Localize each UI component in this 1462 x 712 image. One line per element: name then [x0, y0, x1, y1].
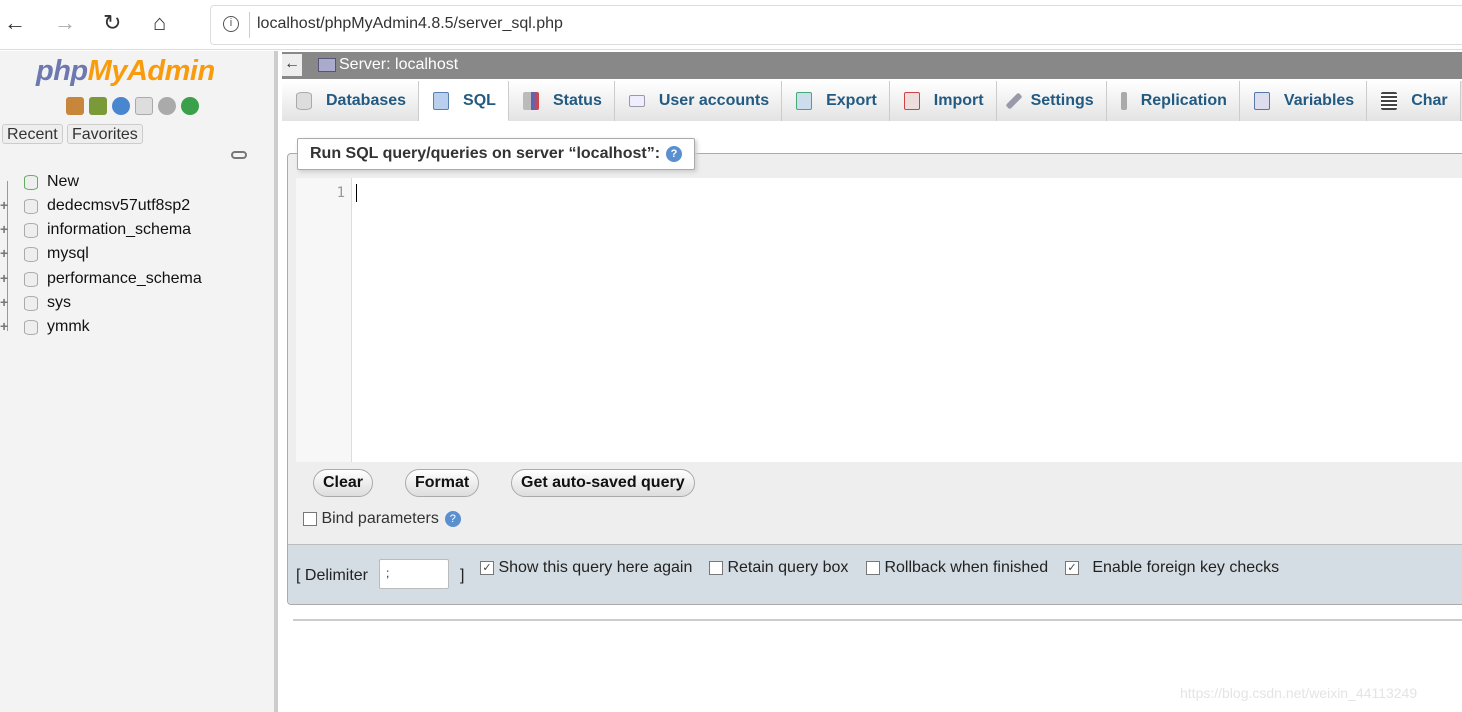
- tab-sql[interactable]: SQL: [419, 81, 509, 121]
- tab-bar: Databases SQL Status User accounts Expor…: [282, 81, 1462, 121]
- expand-icon[interactable]: +: [0, 246, 13, 260]
- forward-icon[interactable]: →: [54, 10, 76, 36]
- database-icon: [24, 272, 38, 287]
- tab-replication[interactable]: Replication: [1106, 81, 1240, 121]
- expand-icon[interactable]: +: [0, 198, 13, 212]
- home-icon[interactable]: ⌂: [153, 10, 166, 36]
- tab-export[interactable]: Export: [782, 81, 890, 121]
- back-icon[interactable]: ←: [4, 10, 26, 36]
- tab-status[interactable]: Status: [508, 81, 615, 121]
- browser-toolbar: ← → ↻ ⌂ i localhost/phpMyAdmin4.8.5/serv…: [0, 0, 1462, 50]
- charset-icon: [1381, 92, 1398, 110]
- database-icon: [24, 296, 38, 311]
- tab-user-accounts[interactable]: User accounts: [614, 81, 783, 121]
- expand-icon[interactable]: +: [0, 222, 13, 236]
- docs-icon[interactable]: [135, 97, 153, 115]
- query-options-footer: [ Delimiter ; ] ✓ Show this query here a…: [288, 544, 1462, 604]
- get-auto-saved-query-button[interactable]: Get auto-saved query: [511, 469, 695, 497]
- reload-icon[interactable]: ↻: [103, 10, 121, 36]
- help-icon[interactable]: ?: [444, 510, 461, 527]
- format-button[interactable]: Format: [405, 469, 480, 497]
- export-icon: [796, 92, 813, 110]
- variables-icon: [1253, 92, 1270, 110]
- server-breadcrumb: ← Server: localhost: [282, 52, 1462, 79]
- bind-parameters-option[interactable]: Bind parameters?: [303, 510, 461, 528]
- settings-icon[interactable]: [158, 97, 176, 115]
- show-query-again-option[interactable]: ✓ Show this query here again: [480, 559, 692, 577]
- delimiter-close: ]: [460, 567, 465, 584]
- query-legend: Run SQL query/queries on server “localho…: [297, 138, 695, 170]
- retain-query-box-option[interactable]: Retain query box: [709, 559, 848, 577]
- replication-icon: [1120, 92, 1127, 110]
- clear-button[interactable]: Clear: [313, 469, 374, 497]
- tab-variables[interactable]: Variables: [1239, 81, 1368, 121]
- main-panel: ← Server: localhost Databases SQL Status…: [282, 51, 1462, 712]
- url-text[interactable]: localhost/phpMyAdmin4.8.5/server_sql.php: [257, 15, 563, 33]
- tab-import[interactable]: Import: [889, 81, 997, 121]
- bind-parameters-checkbox[interactable]: [303, 511, 317, 526]
- info-icon[interactable]: i: [223, 16, 239, 32]
- database-icon: [296, 92, 312, 110]
- status-icon: [522, 92, 539, 110]
- help-icon[interactable]: [112, 97, 130, 115]
- rollback-option[interactable]: Rollback when finished: [866, 559, 1048, 577]
- show-query-again-checkbox[interactable]: ✓: [480, 560, 494, 575]
- tab-settings[interactable]: Settings: [996, 81, 1107, 121]
- favorites-button[interactable]: Favorites: [67, 124, 143, 144]
- logout-icon[interactable]: [89, 97, 107, 115]
- database-icon: [24, 247, 38, 262]
- database-icon: [24, 199, 38, 214]
- address-bar[interactable]: i localhost/phpMyAdmin4.8.5/server_sql.p…: [210, 5, 1462, 45]
- expand-icon[interactable]: +: [0, 295, 13, 309]
- watermark: https://blog.csdn.net/weixin_44113249: [1180, 685, 1418, 701]
- tab-charsets[interactable]: Char: [1367, 81, 1461, 121]
- sql-editor[interactable]: 1: [296, 178, 1462, 462]
- delimiter-label: [ Delimiter: [296, 567, 369, 584]
- reload-icon[interactable]: [181, 97, 199, 115]
- divider: [293, 619, 1462, 621]
- link-icon[interactable]: [231, 151, 247, 159]
- rollback-checkbox[interactable]: [866, 560, 880, 575]
- expand-icon[interactable]: +: [0, 271, 13, 285]
- help-icon[interactable]: ?: [666, 145, 683, 162]
- text-cursor: [356, 184, 357, 202]
- sql-query-box: 1 Clear Format Get auto-saved query Bind…: [287, 153, 1462, 605]
- line-numbers: 1: [296, 178, 352, 462]
- recent-button[interactable]: Recent: [2, 124, 63, 144]
- retain-query-box-checkbox[interactable]: [709, 560, 723, 575]
- wrench-icon: [1005, 92, 1023, 110]
- server-link[interactable]: Server: localhost: [339, 56, 458, 74]
- home-icon[interactable]: [66, 97, 84, 115]
- database-icon: [24, 223, 38, 238]
- delimiter-input[interactable]: ;: [379, 559, 449, 589]
- users-icon: [628, 95, 645, 107]
- phpmyadmin-logo[interactable]: phpMyAdmin: [36, 55, 215, 88]
- database-icon: [24, 320, 38, 335]
- foreign-key-checks-option[interactable]: ✓ Enable foreign key checks: [1065, 559, 1279, 577]
- foreign-key-checks-checkbox[interactable]: ✓: [1065, 560, 1079, 575]
- navigation-panel: phpMyAdmin Recent Favorites New + dedecms…: [0, 51, 278, 712]
- collapse-arrow-icon[interactable]: ←: [282, 54, 302, 76]
- import-icon: [903, 92, 920, 110]
- sql-icon: [433, 91, 450, 110]
- tab-databases[interactable]: Databases: [282, 81, 420, 121]
- server-icon: [318, 58, 336, 72]
- expand-icon[interactable]: +: [0, 319, 13, 333]
